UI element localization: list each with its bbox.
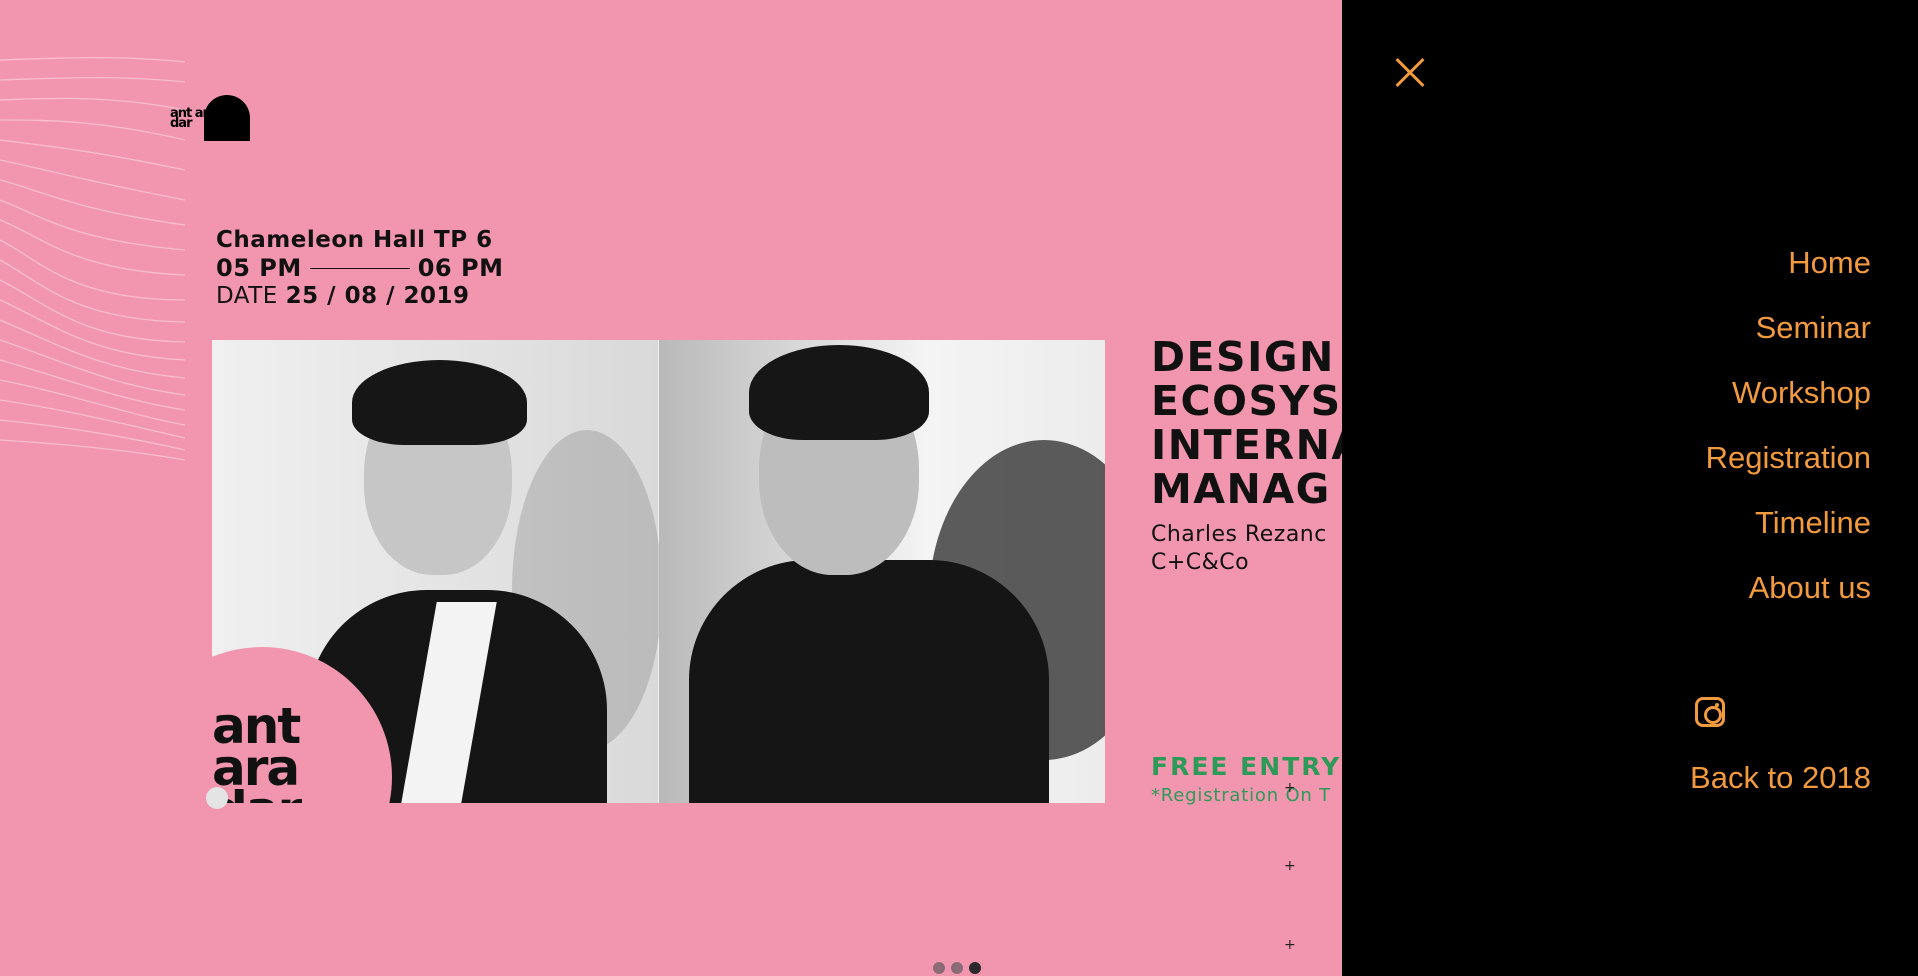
menu-item-about-us[interactable]: About us (1706, 555, 1871, 620)
menu-item-timeline[interactable]: Timeline (1706, 490, 1871, 555)
event-start-time: 05 PM (216, 254, 302, 282)
plus-decoration: + (1284, 780, 1296, 796)
event-page: ant ara dar Chameleon Hall TP 6 05 PM 06… (0, 0, 1918, 976)
speaker-photo-right (659, 340, 1105, 803)
slide-pager (933, 962, 981, 974)
event-date-label: DATE (216, 283, 278, 309)
speaker-name: Charles Rezanc (1151, 522, 1327, 547)
menu-item-seminar[interactable]: Seminar (1706, 295, 1871, 360)
menu-item-registration[interactable]: Registration (1706, 425, 1871, 490)
side-menu: Home Seminar Workshop Registration Timel… (1342, 0, 1918, 976)
menu-item-home[interactable]: Home (1706, 230, 1871, 295)
badge-text: ant ara dar (212, 697, 302, 803)
person-hair (749, 345, 929, 440)
speaker-info: Charles Rezanc C+C&Co (1151, 521, 1327, 577)
person-hair (352, 360, 527, 445)
speaker-photo: ant ara dar (212, 340, 1105, 803)
pager-dot[interactable] (951, 962, 963, 974)
event-end-time: 06 PM (417, 254, 504, 282)
event-time: 05 PM 06 PM (216, 254, 503, 282)
speaker-company: C+C&Co (1151, 550, 1250, 575)
event-info: Chameleon Hall TP 6 05 PM 06 PM DATE 25 … (216, 226, 503, 310)
event-date: DATE 25 / 08 / 2019 (216, 282, 503, 310)
plus-decoration: + (1284, 858, 1296, 874)
registration-note: *Registration On T (1151, 785, 1331, 806)
time-separator (309, 267, 410, 269)
person-body (689, 560, 1049, 803)
free-entry-label: FREE ENTRY (1151, 752, 1342, 781)
seminar-title: DESIGN ECOSYS INTERNA MANAG (1151, 333, 1365, 513)
site-logo[interactable]: ant ara dar (170, 95, 250, 141)
instagram-icon[interactable] (1695, 697, 1725, 727)
pager-dot[interactable] (933, 962, 945, 974)
menu-nav: Home Seminar Workshop Registration Timel… (1706, 230, 1871, 620)
event-venue: Chameleon Hall TP 6 (216, 227, 493, 253)
close-icon[interactable] (1394, 56, 1426, 88)
back-to-2018-link[interactable]: Back to 2018 (1690, 758, 1871, 798)
menu-item-workshop[interactable]: Workshop (1706, 360, 1871, 425)
logo-text: ant ara dar (170, 106, 217, 131)
plus-decoration: + (1284, 937, 1296, 953)
wave-pattern-decoration (0, 56, 185, 461)
pager-dot-active[interactable] (969, 962, 981, 974)
badge-dot (206, 787, 228, 809)
event-date-value: 25 / 08 / 2019 (285, 283, 470, 309)
